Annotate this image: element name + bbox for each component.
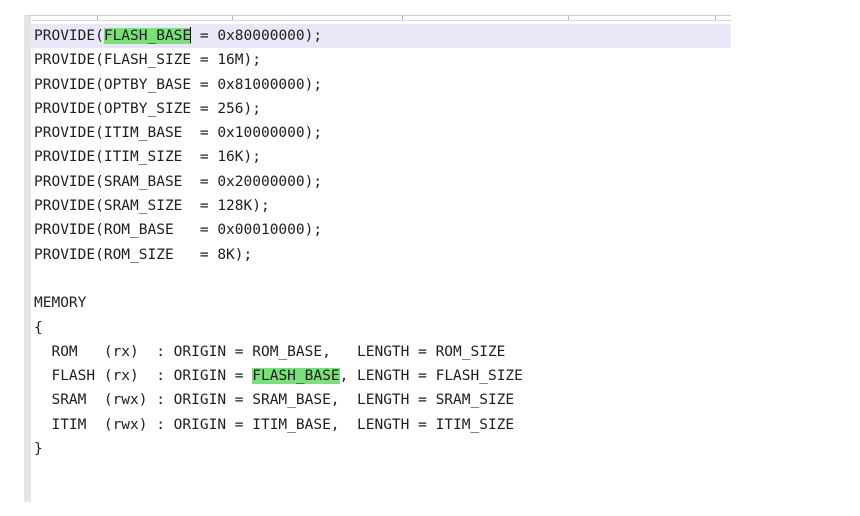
code-text: = 0x80000000); <box>191 28 323 44</box>
search-match-highlight: FLASH_BASE <box>103 27 192 44</box>
code-line[interactable]: PROVIDE(ITIM_BASE = 0x10000000); <box>31 121 731 145</box>
code-editor[interactable]: PROVIDE(FLASH_BASE = 0x80000000); PROVID… <box>24 15 731 502</box>
code-line[interactable]: PROVIDE(ITIM_SIZE = 16K); <box>31 145 731 169</box>
code-line[interactable]: PROVIDE(FLASH_SIZE = 16M); <box>31 48 731 72</box>
column-ruler <box>31 16 731 21</box>
code-line[interactable]: { <box>31 316 731 340</box>
code-text: FLASH_BASE <box>103 28 192 44</box>
code-line[interactable]: PROVIDE(ROM_BASE = 0x00010000); <box>31 218 731 242</box>
code-line[interactable]: } <box>31 437 731 461</box>
code-line[interactable]: PROVIDE(OPTBY_BASE = 0x81000000); <box>31 73 731 97</box>
search-match-highlight: FLASH_BASE <box>252 368 340 385</box>
code-line[interactable]: PROVIDE(SRAM_SIZE = 128K); <box>31 194 731 218</box>
code-line[interactable]: PROVIDE(SRAM_BASE = 0x20000000); <box>31 170 731 194</box>
code-line[interactable]: SRAM (rwx) : ORIGIN = SRAM_BASE, LENGTH … <box>31 388 731 412</box>
code-line[interactable]: ITIM (rwx) : ORIGIN = ITIM_BASE, LENGTH … <box>31 413 731 437</box>
code-text: PROVIDE( <box>34 28 104 44</box>
code-text: FLASH (rx) : ORIGIN = <box>34 368 253 385</box>
code-line[interactable]: PROVIDE(ROM_SIZE = 8K); <box>31 243 731 267</box>
code-line-current[interactable]: PROVIDE(FLASH_BASE = 0x80000000); <box>31 24 731 49</box>
code-line[interactable]: MEMORY <box>31 291 731 315</box>
code-area[interactable]: PROVIDE(FLASH_BASE = 0x80000000); PROVID… <box>31 24 731 461</box>
code-text: , LENGTH = FLASH_SIZE <box>339 368 523 385</box>
code-line[interactable]: FLASH (rx) : ORIGIN = FLASH_BASE, LENGTH… <box>31 364 731 388</box>
code-line-empty[interactable] <box>31 267 731 291</box>
code-line[interactable]: ROM (rx) : ORIGIN = ROM_BASE, LENGTH = R… <box>31 340 731 364</box>
code-line[interactable]: PROVIDE(OPTBY_SIZE = 256); <box>31 97 731 121</box>
